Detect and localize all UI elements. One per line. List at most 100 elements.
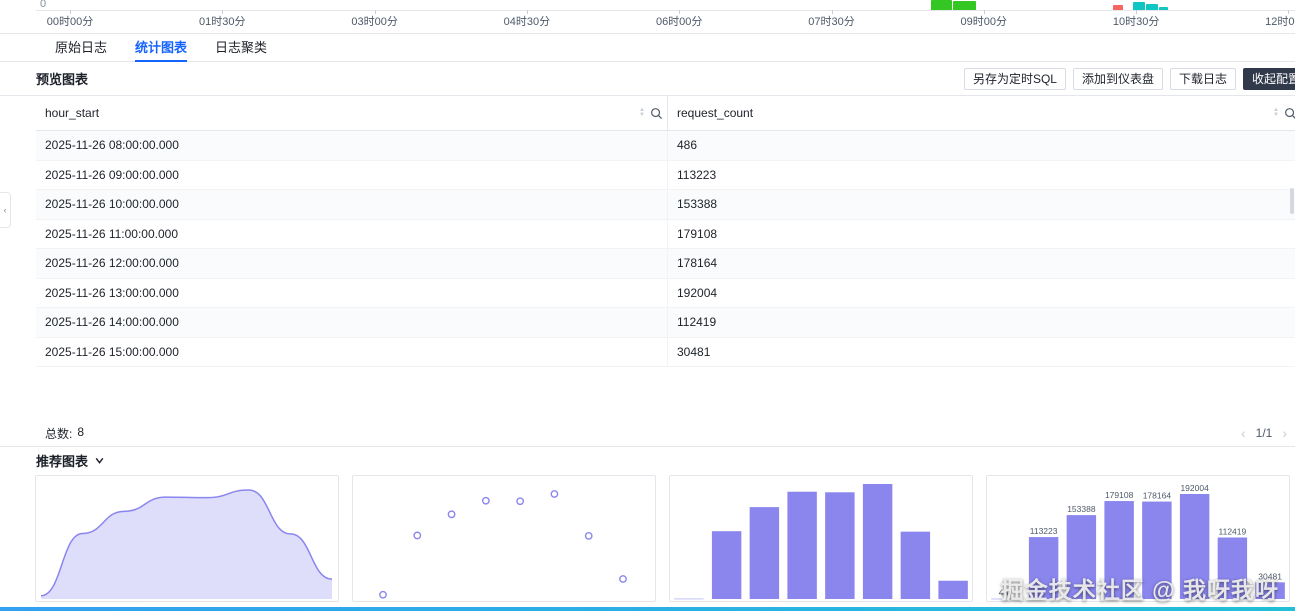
prev-page-button[interactable]: ‹ — [1241, 426, 1246, 440]
chart-card-area[interactable] — [35, 475, 339, 602]
cell-request-count: 486 — [667, 131, 1295, 160]
download-logs-button[interactable]: 下载日志 — [1170, 68, 1236, 90]
chevron-down-icon — [94, 455, 105, 466]
time-histogram: 0 00时00分01时30分03时00分04时30分06时00分07时30分09… — [0, 0, 1295, 33]
sort-icon[interactable]: ▲ ▼ — [1273, 108, 1279, 118]
tab-strip: 原始日志统计图表日志聚类 — [0, 34, 1295, 62]
cell-hour-start: 2025-11-26 11:00:00.000 — [36, 220, 667, 249]
tick-mark — [375, 10, 376, 14]
area-chart — [36, 476, 338, 601]
table-footer: 总数: 8 ‹ 1/1 › — [0, 420, 1295, 447]
preview-title: 预览图表 — [36, 69, 88, 88]
time-tick-label: 04时30分 — [504, 13, 550, 29]
table-row[interactable]: 2025-11-26 10:00:00.000153388 — [36, 190, 1295, 220]
scatter-chart — [353, 476, 655, 601]
svg-text:113223: 113223 — [1030, 526, 1058, 536]
sort-desc-icon: ▼ — [1273, 113, 1279, 118]
add-to-dashboard-button[interactable]: 添加到仪表盘 — [1073, 68, 1163, 90]
total-value: 8 — [77, 425, 84, 442]
search-icon[interactable] — [1284, 107, 1295, 120]
next-page-button[interactable]: › — [1282, 426, 1287, 440]
tab-raw-logs[interactable]: 原始日志 — [55, 34, 107, 62]
time-tick-label: 09时00分 — [961, 13, 1007, 29]
table-row[interactable]: 2025-11-26 15:00:00.00030481 — [36, 338, 1295, 368]
tick-mark — [70, 10, 71, 14]
tab-statistics-charts[interactable]: 统计图表 — [135, 34, 187, 62]
scrollbar-thumb[interactable] — [1290, 188, 1294, 214]
chart-card-bar[interactable] — [669, 475, 973, 602]
collapse-panel-handle[interactable]: ‹ — [0, 192, 11, 228]
svg-text:486: 486 — [999, 588, 1013, 598]
column-header-request-count[interactable]: request_count ▲ ▼ — [667, 96, 1295, 130]
column-tools: ▲ ▼ — [639, 107, 663, 120]
time-tick-label: 01时30分 — [199, 13, 245, 29]
tick-mark — [1136, 10, 1137, 14]
preview-header: 预览图表 另存为定时SQL 添加到仪表盘下载日志收起配置 — [0, 62, 1295, 96]
svg-text:30481: 30481 — [1258, 571, 1282, 581]
tick-mark — [1288, 10, 1289, 14]
table-row[interactable]: 2025-11-26 13:00:00.000192004 — [36, 279, 1295, 309]
cell-request-count: 30481 — [667, 338, 1295, 367]
bar-chart — [670, 476, 972, 601]
cell-hour-start: 2025-11-26 12:00:00.000 — [36, 249, 667, 278]
tick-mark — [527, 10, 528, 14]
tick-mark — [984, 10, 985, 14]
table-row[interactable]: 2025-11-26 12:00:00.000178164 — [36, 249, 1295, 279]
results-panel: 原始日志统计图表日志聚类 预览图表 另存为定时SQL 添加到仪表盘下载日志收起配置… — [0, 33, 1295, 602]
time-tick-label: 07时30分 — [808, 13, 854, 29]
histogram-bar[interactable] — [1133, 2, 1145, 10]
cell-hour-start: 2025-11-26 08:00:00.000 — [36, 131, 667, 160]
cell-request-count: 179108 — [667, 220, 1295, 249]
table-row[interactable]: 2025-11-26 11:00:00.000179108 — [36, 220, 1295, 250]
cell-request-count: 112419 — [667, 308, 1295, 337]
action-buttons: 另存为定时SQL 添加到仪表盘下载日志收起配置 — [964, 68, 1295, 90]
cell-hour-start: 2025-11-26 14:00:00.000 — [36, 308, 667, 337]
svg-text:179108: 179108 — [1105, 490, 1134, 500]
cell-hour-start: 2025-11-26 13:00:00.000 — [36, 279, 667, 308]
chart-cards: 4861132231533881791081781641920041124193… — [35, 475, 1290, 602]
bottom-progress-line — [0, 607, 1295, 611]
time-tick-label: 10时30分 — [1113, 13, 1159, 29]
recommended-charts-header[interactable]: 推荐图表 — [0, 447, 1295, 474]
page-indicator: 1/1 — [1256, 426, 1273, 440]
recommended-title: 推荐图表 — [36, 451, 88, 470]
svg-text:192004: 192004 — [1180, 483, 1209, 493]
time-tick-label: 12时00分 — [1265, 13, 1295, 29]
total-label: 总数: — [45, 425, 72, 442]
column-tools: ▲ ▼ — [1273, 107, 1295, 120]
collapse-icon: ‹ — [4, 205, 7, 215]
cell-request-count: 153388 — [667, 190, 1295, 219]
cell-request-count: 178164 — [667, 249, 1295, 278]
time-tick-label: 03时00分 — [351, 13, 397, 29]
sort-desc-icon: ▼ — [639, 113, 645, 118]
time-tick-label: 06时00分 — [656, 13, 702, 29]
result-table: hour_start ▲ ▼ request_count — [36, 96, 1295, 367]
table-row[interactable]: 2025-11-26 09:00:00.000113223 — [36, 161, 1295, 191]
column-header-hour-start[interactable]: hour_start ▲ ▼ — [36, 96, 667, 130]
histogram-bar[interactable] — [931, 0, 952, 10]
histogram-bars — [0, 0, 1295, 10]
tab-log-clustering[interactable]: 日志聚类 — [215, 34, 267, 62]
time-tick-label: 00时00分 — [47, 13, 93, 29]
tick-mark — [832, 10, 833, 14]
search-icon[interactable] — [650, 107, 663, 120]
table-row[interactable]: 2025-11-26 14:00:00.000112419 — [36, 308, 1295, 338]
sort-icon[interactable]: ▲ ▼ — [639, 108, 645, 118]
table-body: 2025-11-26 08:00:00.0004862025-11-26 09:… — [36, 131, 1295, 367]
cell-hour-start: 2025-11-26 10:00:00.000 — [36, 190, 667, 219]
pagination: ‹ 1/1 › — [1241, 426, 1287, 440]
tick-mark — [222, 10, 223, 14]
svg-text:112419: 112419 — [1219, 527, 1247, 537]
save-as-scheduled-sql-button[interactable]: 另存为定时SQL — [964, 68, 1066, 90]
collapse-config-button[interactable]: 收起配置 — [1243, 68, 1295, 90]
chart-card-bar-labeled[interactable]: 4861132231533881791081781641920041124193… — [986, 475, 1290, 602]
chart-card-scatter[interactable] — [352, 475, 656, 602]
bar-chart-labeled: 4861132231533881791081781641920041124193… — [987, 476, 1289, 601]
total-count: 总数: 8 — [45, 425, 84, 442]
column-label: request_count — [677, 106, 753, 120]
histogram-axis — [36, 10, 1295, 11]
histogram-bar[interactable] — [953, 1, 976, 10]
table-row[interactable]: 2025-11-26 08:00:00.000486 — [36, 131, 1295, 161]
svg-text:153388: 153388 — [1067, 504, 1096, 514]
cell-hour-start: 2025-11-26 09:00:00.000 — [36, 161, 667, 190]
